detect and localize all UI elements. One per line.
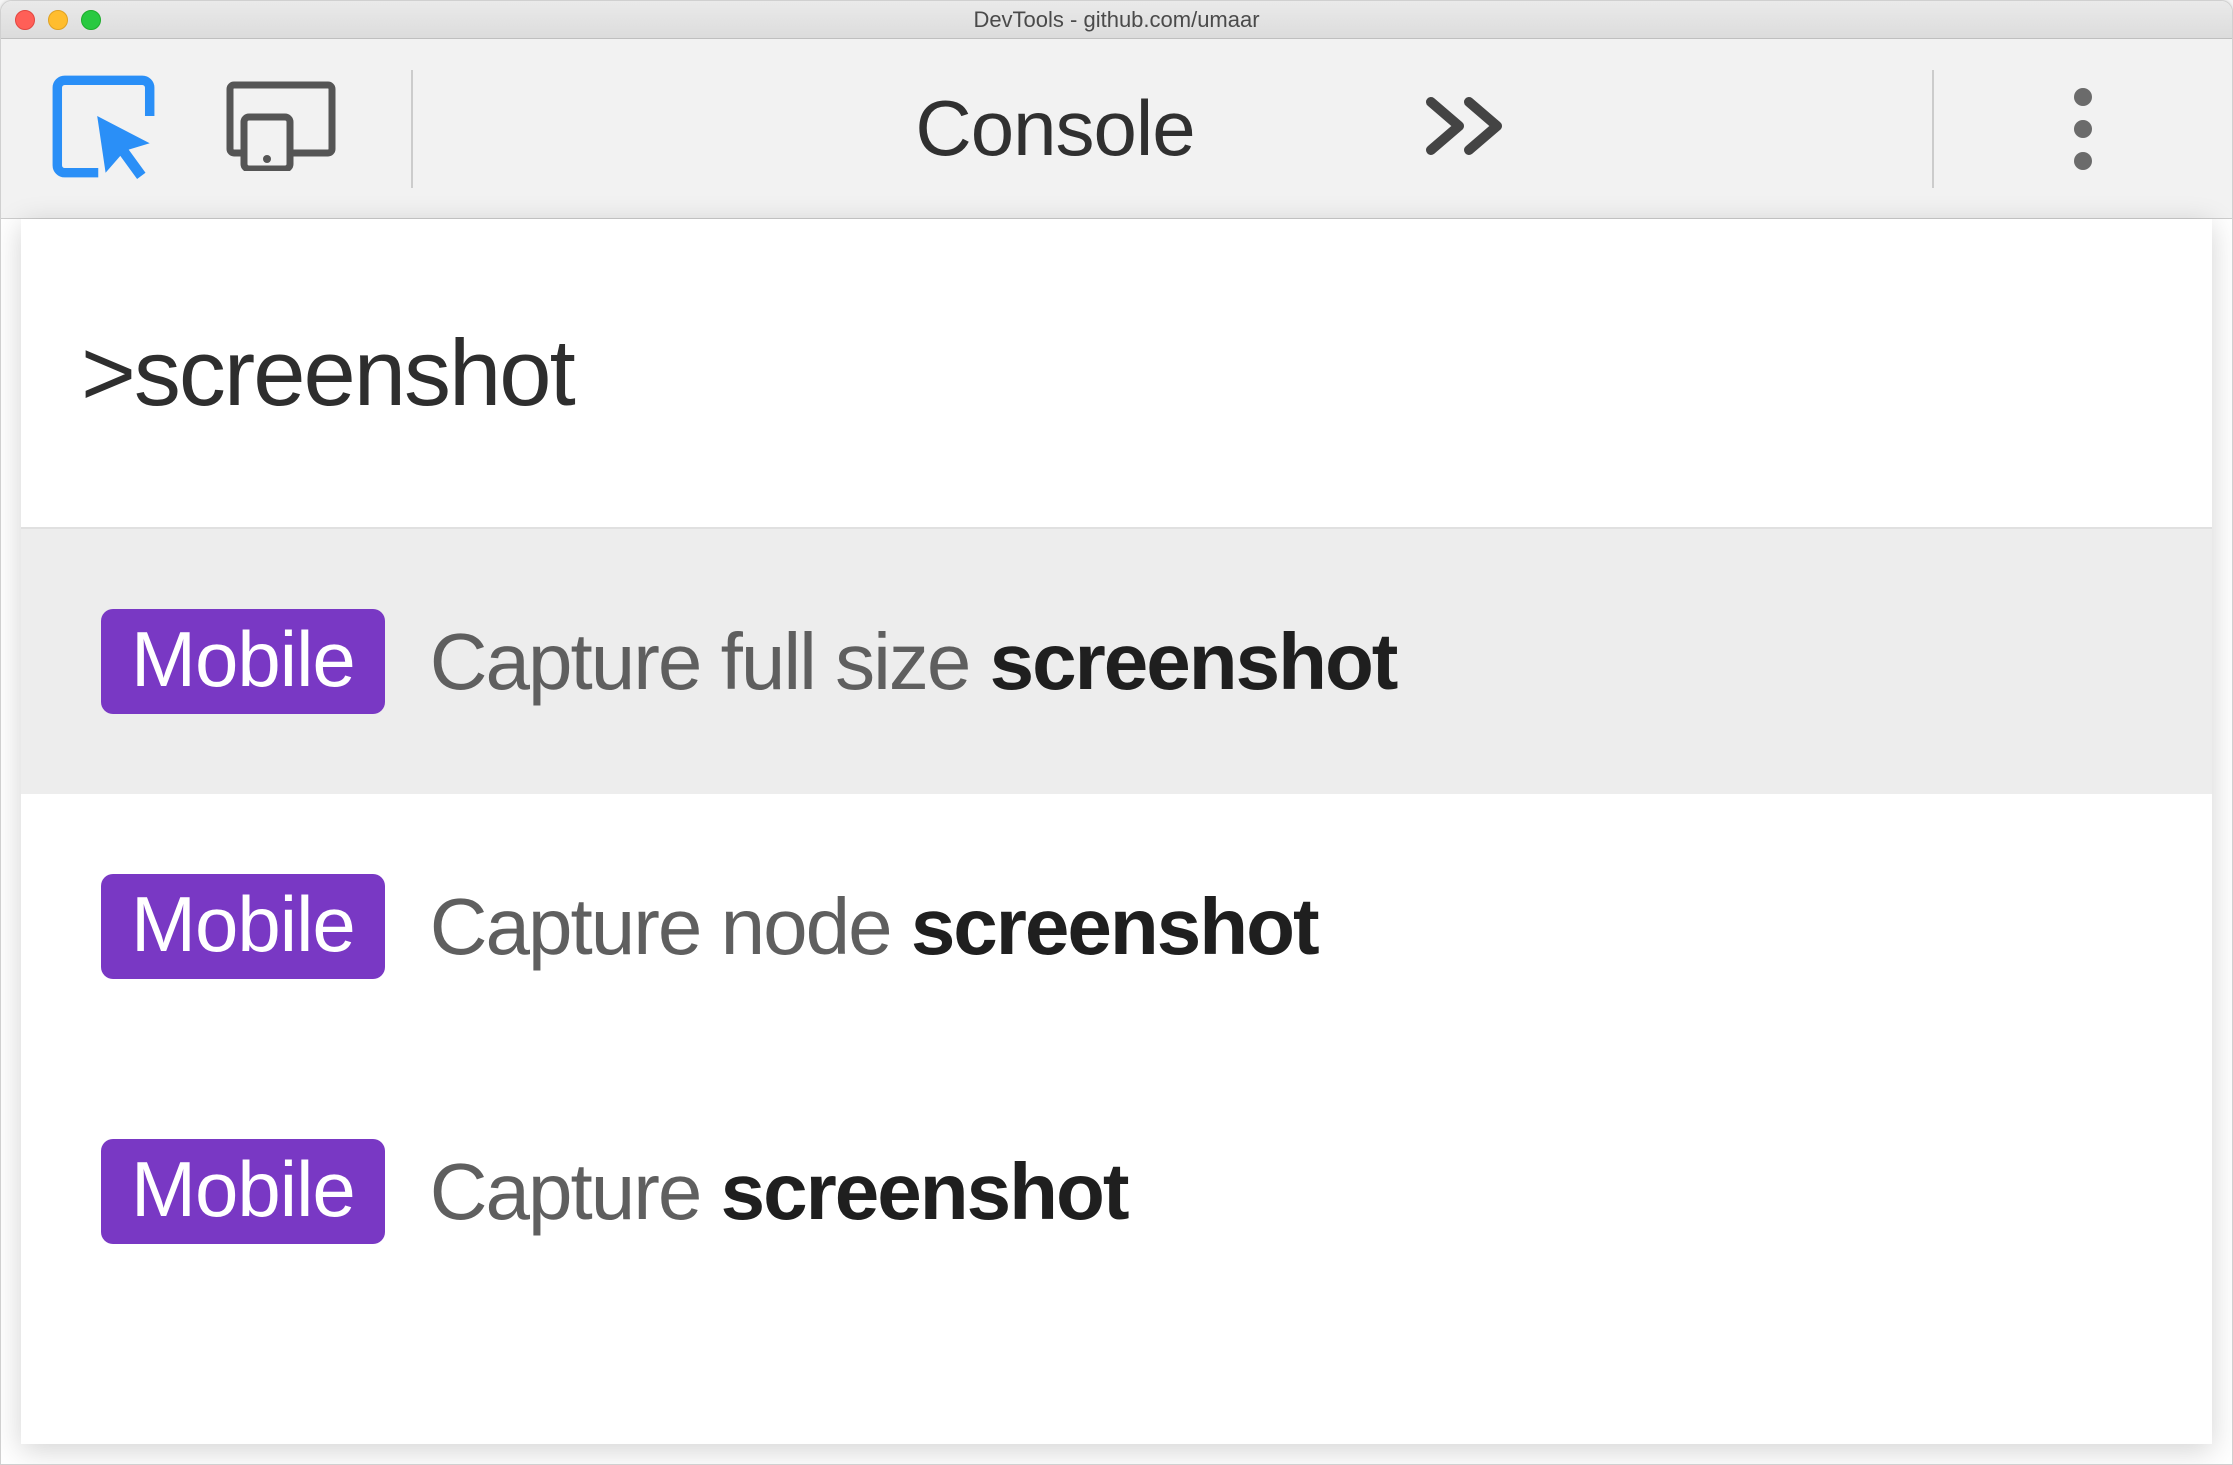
close-window-button[interactable] <box>15 10 35 30</box>
device-toolbar-icon[interactable] <box>226 81 336 176</box>
traffic-lights <box>15 10 101 30</box>
devtools-window: DevTools - github.com/umaar Console <box>0 0 2233 1465</box>
command-result-item[interactable]: Mobile Capture full size screenshot <box>21 529 2212 794</box>
devtools-toolbar: Console <box>1 39 2232 219</box>
minimize-window-button[interactable] <box>48 10 68 30</box>
toolbar-center-group: Console <box>488 83 1932 174</box>
element-inspector-icon[interactable] <box>51 74 156 184</box>
tab-console[interactable]: Console <box>915 83 1194 174</box>
result-label: Capture full size screenshot <box>430 616 1397 708</box>
command-menu-panel: MobileCapture full size screenshotMobile… <box>21 219 2212 1444</box>
window-title: DevTools - github.com/umaar <box>973 7 1259 33</box>
command-results-list: MobileCapture full size screenshotMobile… <box>21 529 2212 1444</box>
result-label: Capture screenshot <box>430 1146 1128 1238</box>
result-category-badge: Mobile <box>101 874 385 980</box>
expand-panels-icon[interactable] <box>1425 96 1505 161</box>
command-input[interactable] <box>81 319 2152 427</box>
command-result-item[interactable]: Mobile Capture node screenshot <box>21 794 2212 1059</box>
result-category-badge: Mobile <box>101 609 385 715</box>
result-label: Capture node screenshot <box>430 881 1318 973</box>
toolbar-divider <box>411 70 413 188</box>
result-category-badge: Mobile <box>101 1139 385 1245</box>
toolbar-right-group <box>1932 70 2232 188</box>
command-input-row <box>21 219 2212 529</box>
more-options-icon[interactable] <box>2074 88 2092 170</box>
toolbar-left-group <box>1 74 336 184</box>
window-titlebar: DevTools - github.com/umaar <box>1 1 2232 39</box>
maximize-window-button[interactable] <box>81 10 101 30</box>
command-result-item[interactable]: Mobile Capture screenshot <box>21 1059 2212 1324</box>
